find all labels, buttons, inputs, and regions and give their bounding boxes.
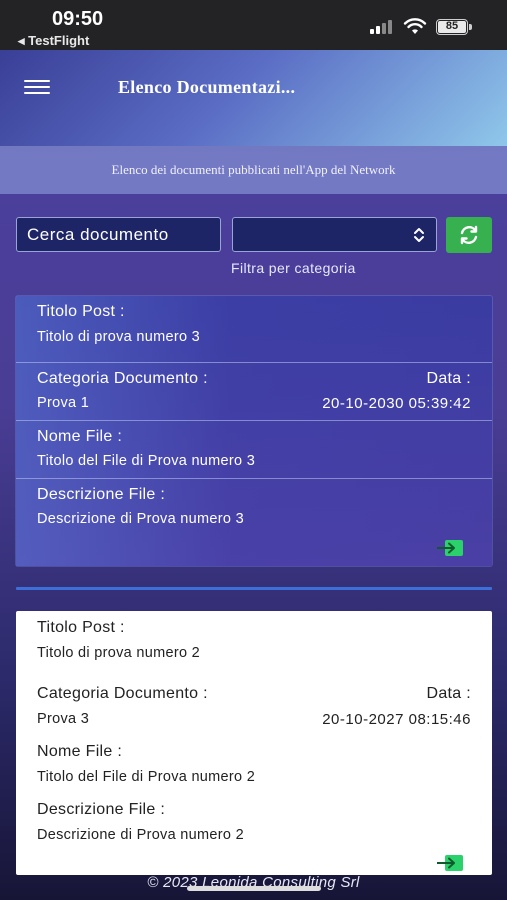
document-card: Titolo Post : Titolo di prova numero 2 C… xyxy=(16,611,492,875)
category-section: Categoria Documento : Data : Prova 1 20-… xyxy=(16,362,492,420)
refresh-icon xyxy=(460,225,478,245)
battery-icon: 85 xyxy=(436,19,468,35)
category-label: Categoria Documento : xyxy=(37,370,208,387)
category-value: Prova 1 xyxy=(37,395,90,411)
document-card: Titolo Post : Titolo di prova numero 3 C… xyxy=(16,296,492,566)
date-label: Data : xyxy=(426,685,471,702)
file-description-label: Descrizione File : xyxy=(37,801,166,818)
post-title-section: Titolo Post : Titolo di prova numero 2 xyxy=(16,611,492,677)
page-title: Elenco Documentazi... xyxy=(118,77,296,97)
file-description-value: Descrizione di Prova numero 3 xyxy=(37,511,244,527)
date-value: 20-10-2027 08:15:46 xyxy=(322,711,471,728)
battery-level: 85 xyxy=(438,21,466,33)
refresh-button[interactable] xyxy=(446,217,492,253)
page-subtitle: Elenco dei documenti pubblicati nell'App… xyxy=(111,162,396,177)
file-name-value: Titolo del File di Prova numero 2 xyxy=(37,769,256,785)
file-name-section: Nome File : Titolo del File di Prova num… xyxy=(16,420,492,478)
post-title-label: Titolo Post : xyxy=(37,619,125,636)
open-file-icon[interactable] xyxy=(437,855,463,871)
home-indicator xyxy=(187,886,321,891)
wifi-icon xyxy=(403,18,427,34)
open-file-icon[interactable] xyxy=(437,540,463,556)
file-name-label: Nome File : xyxy=(37,743,123,760)
date-label: Data : xyxy=(426,370,471,387)
cellular-signal-icon xyxy=(370,20,392,34)
category-filter-select[interactable] xyxy=(232,217,437,252)
post-title-label: Titolo Post : xyxy=(37,303,125,320)
hamburger-menu-icon[interactable] xyxy=(24,80,50,96)
search-document-input[interactable]: Cerca documento xyxy=(16,217,221,252)
category-label: Categoria Documento : xyxy=(37,685,208,702)
file-description-value: Descrizione di Prova numero 2 xyxy=(37,827,244,843)
date-value: 20-10-2030 05:39:42 xyxy=(322,395,471,412)
category-section: Categoria Documento : Data : Prova 3 20-… xyxy=(16,677,492,735)
post-title-value: Titolo di prova numero 2 xyxy=(37,645,201,661)
file-name-section: Nome File : Titolo del File di Prova num… xyxy=(16,735,492,793)
subtitle-band: Elenco dei documenti pubblicati nell'App… xyxy=(0,146,507,194)
status-time: 09:50 xyxy=(52,8,104,30)
post-title-section: Titolo Post : Titolo di prova numero 3 xyxy=(16,296,492,362)
status-bar: 09:50 ◂ TestFlight 85 xyxy=(0,0,507,50)
post-title-value: Titolo di prova numero 3 xyxy=(37,329,201,345)
file-description-section: Descrizione File : Descrizione di Prova … xyxy=(16,793,492,875)
file-name-label: Nome File : xyxy=(37,428,123,445)
battery-cap xyxy=(469,24,472,30)
card-separator xyxy=(16,587,492,590)
back-to-testflight-link[interactable]: ◂ TestFlight xyxy=(18,33,89,49)
file-description-label: Descrizione File : xyxy=(37,486,166,503)
file-description-section: Descrizione File : Descrizione di Prova … xyxy=(16,478,492,566)
app-header: Elenco Documentazi... xyxy=(0,50,507,146)
category-filter-label: Filtra per categoria xyxy=(231,260,356,276)
chevron-up-down-icon xyxy=(414,228,424,242)
file-name-value: Titolo del File di Prova numero 3 xyxy=(37,453,256,469)
category-value: Prova 3 xyxy=(37,711,90,727)
